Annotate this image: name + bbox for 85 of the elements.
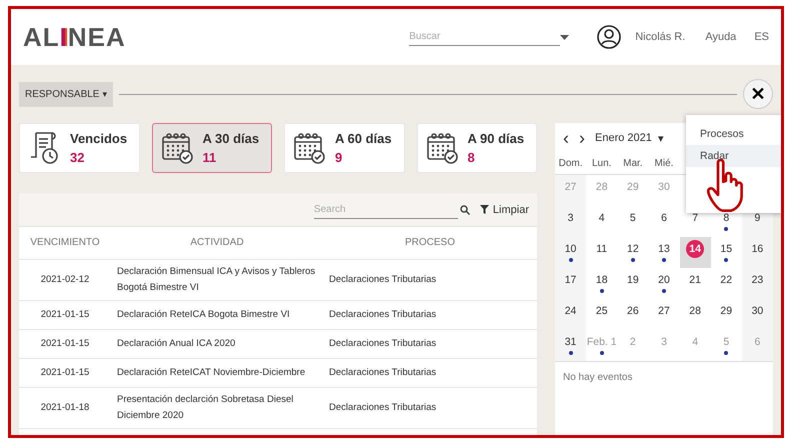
calendar-day[interactable]: 18 bbox=[596, 274, 608, 286]
summary-card[interactable]: Vencidos 32 bbox=[19, 123, 140, 173]
table-cell: Declaraciones Tributarias bbox=[323, 387, 537, 428]
calendar-day[interactable]: 30 bbox=[752, 305, 764, 317]
calendar-check-icon bbox=[426, 132, 460, 164]
table-cell: 2021-02-12 bbox=[19, 259, 111, 300]
table-cell: Declaración ReteICA Bogota Bimestre VI bbox=[111, 300, 323, 329]
calendar-day[interactable]: 22 bbox=[720, 274, 732, 286]
calendar-day[interactable]: 12 bbox=[627, 243, 639, 255]
calendar-day[interactable]: 7 bbox=[692, 212, 698, 224]
card-label: A 30 días bbox=[202, 131, 260, 146]
calendar-day[interactable]: 9 bbox=[754, 212, 760, 224]
table-search-field[interactable]: Search bbox=[314, 200, 458, 218]
weekday-label: Lun. bbox=[590, 157, 612, 171]
weekday-label: Mar. bbox=[622, 157, 644, 171]
calendar-check-icon bbox=[160, 132, 194, 164]
card-count: 8 bbox=[468, 150, 476, 165]
calendar-day[interactable]: 5 bbox=[630, 212, 636, 224]
summary-card[interactable]: A 30 días 11 bbox=[152, 123, 272, 173]
next-month-button[interactable]: › bbox=[579, 129, 585, 147]
calendar-day[interactable]: 10 bbox=[564, 243, 576, 255]
calendar-day[interactable]: 27 bbox=[658, 305, 670, 317]
calendar-day[interactable]: 28 bbox=[689, 305, 701, 317]
table-cell: Declaraciones Tributarias bbox=[323, 329, 537, 358]
calendar-day[interactable]: 13 bbox=[658, 243, 670, 255]
header-search-field[interactable]: Buscar bbox=[409, 28, 560, 46]
table-cell: Declaración Bimensual ICA y Avisos y Tableros Bogotá Bimestre VI bbox=[111, 259, 323, 300]
calendar-day[interactable]: 25 bbox=[596, 305, 608, 317]
calendar-day[interactable]: 15 bbox=[720, 243, 732, 255]
calendar-day[interactable]: 17 bbox=[564, 274, 576, 286]
table-cell: 2021-01-15 bbox=[19, 358, 111, 387]
calendar-day[interactable]: 16 bbox=[752, 243, 764, 255]
column-header: ACTIVIDAD bbox=[111, 227, 323, 259]
summary-card[interactable]: A 90 días 8 bbox=[416, 123, 537, 173]
calendar-day[interactable]: 24 bbox=[564, 305, 576, 317]
calendar-day[interactable]: 20 bbox=[658, 274, 670, 286]
table-cell: Presentación declarción Sobretasa Diesel Diciembre 2020 bbox=[111, 387, 323, 428]
table-cell: Declaración Anual ICA 2020 bbox=[111, 329, 323, 358]
calendar-day[interactable]: 8 bbox=[723, 212, 730, 224]
weekday-label: Dom. bbox=[558, 157, 584, 171]
calendar-day[interactable]: 29 bbox=[720, 305, 732, 317]
language-selector[interactable]: ES bbox=[754, 31, 769, 43]
calendar-day[interactable]: 3 bbox=[568, 212, 574, 224]
card-label: Vencidos bbox=[70, 131, 128, 146]
month-selector[interactable]: Enero 2021 ▾ bbox=[595, 132, 664, 144]
table-cell: Declaraciones Tributarias bbox=[323, 259, 537, 300]
card-count: 32 bbox=[70, 150, 86, 165]
card-label: A 60 días bbox=[335, 131, 392, 146]
calendar-day[interactable]: 23 bbox=[752, 274, 764, 286]
weekday-label: Mié. bbox=[654, 157, 674, 171]
menu-item[interactable]: Procesos bbox=[686, 123, 781, 145]
calendar-check-icon bbox=[293, 132, 327, 164]
column-header: PROCESO bbox=[323, 227, 537, 259]
table-cell: 2021-01-15 bbox=[19, 329, 111, 358]
card-count: 11 bbox=[202, 150, 218, 165]
empty-message: No hay eventos bbox=[563, 372, 632, 383]
menu-item[interactable]: Radar bbox=[686, 145, 781, 167]
calendar-day[interactable]: 14 bbox=[686, 240, 704, 258]
filter-icon bbox=[480, 205, 489, 214]
calendar-day[interactable]: 4 bbox=[598, 212, 605, 224]
responsable-dropdown[interactable]: RESPONSABLE ▾ bbox=[19, 82, 114, 106]
calendar-day[interactable]: 21 bbox=[689, 274, 701, 286]
table-cell: 2021-01-18 bbox=[19, 387, 111, 428]
user-name[interactable]: Nicolás R. bbox=[635, 31, 686, 43]
caret-icon bbox=[560, 34, 570, 40]
calendar-day[interactable]: 11 bbox=[596, 243, 608, 255]
calendar-day[interactable]: 6 bbox=[661, 212, 667, 224]
search-icon bbox=[460, 204, 470, 214]
table-cell: Declaración ReteICAT Noviembre-Diciembre bbox=[111, 358, 323, 387]
previous-month-button[interactable]: ‹ bbox=[563, 129, 569, 147]
card-count: 9 bbox=[335, 150, 344, 165]
card-label: A 90 días bbox=[468, 131, 524, 146]
calendar-day[interactable]: 19 bbox=[627, 274, 639, 286]
help-link[interactable]: Ayuda bbox=[705, 31, 736, 43]
calendar-day[interactable]: 31 bbox=[564, 336, 576, 348]
table-cell: Declaraciones Tributarias bbox=[323, 358, 537, 387]
user-icon[interactable] bbox=[597, 25, 622, 49]
summary-card[interactable]: A 60 días 9 bbox=[284, 123, 404, 173]
close-button[interactable]: ✕ bbox=[743, 79, 773, 109]
column-header: VENCIMIENTO bbox=[19, 227, 111, 259]
table-cell: 2021-01-15 bbox=[19, 300, 111, 329]
clear-filter-button[interactable]: Limpiar bbox=[480, 204, 529, 216]
logo: ALINEA bbox=[23, 22, 126, 52]
table-cell: Declaraciones Tributarias bbox=[323, 300, 537, 329]
calendar-day[interactable]: 26 bbox=[627, 305, 639, 317]
